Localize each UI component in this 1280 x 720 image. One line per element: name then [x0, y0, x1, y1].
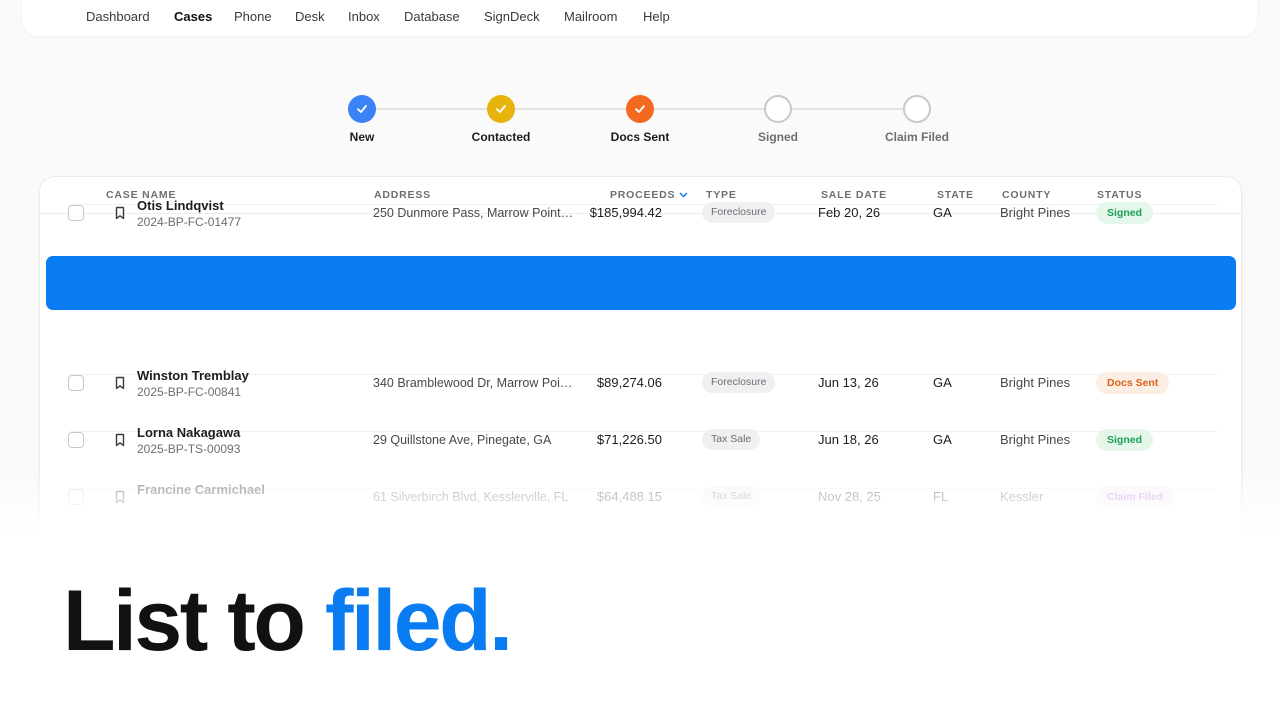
step-label: Contacted: [471, 130, 531, 144]
check-icon: [626, 95, 654, 123]
check-icon: [487, 95, 515, 123]
top-navigation: Dashboard Cases Phone Desk Inbox Database Sign…: [22, 0, 1257, 36]
headline-text: List to: [63, 573, 325, 669]
step-new[interactable]: New: [302, 95, 422, 144]
app-stage: Dashboard Cases Phone Desk Inbox Database Sign…: [0, 0, 1280, 720]
fade-overlay: [0, 470, 1280, 550]
step-signed[interactable]: Signed: [718, 95, 838, 144]
check-icon: [348, 95, 376, 123]
nav-item-mailroom[interactable]: Mailroom: [564, 9, 617, 24]
table-row[interactable]: Silas Pemberton 2025-KS-FC-00266 904 Mossg…: [40, 256, 1241, 343]
empty-circle-icon: [903, 95, 931, 123]
table-row[interactable]: Otis Lindqvist 2024-BP-FC-01477 250 Dunmor…: [40, 177, 1241, 229]
step-label: Signed: [757, 130, 798, 144]
nav-item-desk[interactable]: Desk: [295, 9, 325, 24]
nav-item-database[interactable]: Database: [404, 9, 460, 24]
table-row[interactable]: Winston Tremblay 2025-BP-FC-00841 340 Bram…: [40, 318, 1241, 399]
step-label: New: [349, 130, 375, 144]
step-contacted[interactable]: Contacted: [441, 95, 561, 144]
empty-circle-icon: [764, 95, 792, 123]
step-claim-filed[interactable]: Claim Filed: [857, 95, 977, 144]
selected-row-highlight: [46, 256, 1236, 310]
nav-item-phone[interactable]: Phone: [234, 9, 272, 24]
table-row[interactable]: Priya Vasquez2025-KS-TS-0021477 Copper K…: [40, 205, 1241, 286]
nav-item-dashboard[interactable]: Dashboard: [86, 9, 150, 24]
headline-accent-text: filed.: [324, 573, 513, 669]
step-label: Docs Sent: [610, 130, 670, 144]
nav-item-cases[interactable]: Cases: [174, 9, 212, 24]
step-label: Claim Filed: [884, 130, 949, 144]
nav-item-signdeck[interactable]: SignDeck: [484, 9, 540, 24]
step-docs-sent[interactable]: Docs Sent: [580, 95, 700, 144]
table-row[interactable]: Lorna Nakagawa 2025-BP-TS-00093 29 Quillst…: [40, 375, 1241, 456]
nav-item-inbox[interactable]: Inbox: [348, 9, 380, 24]
case-progress-stepper: New Contacted Docs Sent Signed Claim Filed: [0, 95, 1280, 155]
nav-item-help[interactable]: Help: [643, 9, 670, 24]
hero-headline: List to filed.: [63, 578, 513, 664]
